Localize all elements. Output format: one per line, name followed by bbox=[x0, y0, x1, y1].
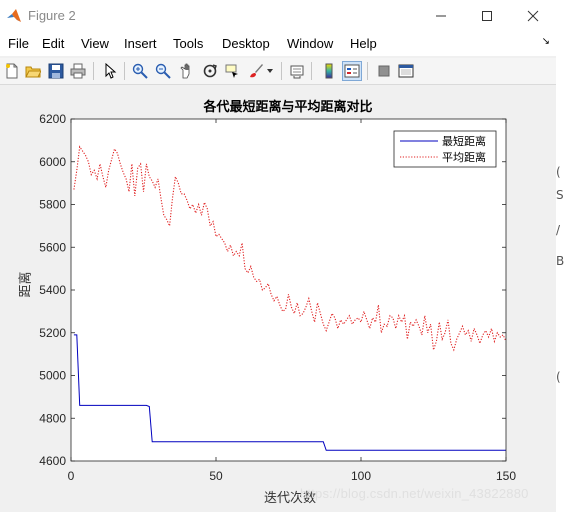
x-tick-label: 0 bbox=[68, 469, 75, 483]
watermark-text: https://blog.csdn.net/weixin_43822880 bbox=[300, 486, 529, 501]
y-tick-label: 5400 bbox=[39, 283, 66, 297]
figure-toolbar bbox=[0, 58, 556, 85]
hide-plot-tools-icon[interactable] bbox=[374, 61, 394, 81]
colorbar-icon[interactable] bbox=[319, 61, 339, 81]
zoom-out-icon[interactable] bbox=[153, 61, 173, 81]
legend-icon[interactable] bbox=[342, 61, 362, 81]
dock-figure-icon[interactable]: ↘ bbox=[542, 36, 550, 47]
menu-help[interactable]: Help bbox=[350, 36, 377, 51]
title-bar: Figure 2 bbox=[0, 0, 556, 32]
edge-fragment: ( bbox=[556, 370, 561, 384]
maximize-button[interactable] bbox=[464, 0, 510, 32]
link-plot-icon[interactable] bbox=[287, 61, 307, 81]
y-tick-label: 5000 bbox=[39, 369, 66, 383]
edge-fragment: S bbox=[556, 188, 564, 202]
y-tick-label: 5800 bbox=[39, 198, 66, 212]
brush-dropdown-icon[interactable] bbox=[264, 61, 276, 81]
x-tick-label: 50 bbox=[209, 469, 223, 483]
menu-view[interactable]: View bbox=[81, 36, 109, 51]
edge-fragment: / bbox=[556, 223, 561, 237]
toolbar-separator bbox=[93, 62, 94, 80]
menu-file[interactable]: File bbox=[8, 36, 29, 51]
toolbar-separator bbox=[311, 62, 312, 80]
x-tick-label: 100 bbox=[351, 469, 371, 483]
zoom-in-icon[interactable] bbox=[130, 61, 150, 81]
edge-fragment: ( bbox=[556, 165, 561, 179]
figure-window: Figure 2 File Edit View Insert Tools Des… bbox=[0, 0, 557, 512]
pointer-icon[interactable] bbox=[100, 61, 120, 81]
axes-background bbox=[71, 119, 506, 461]
maximize-icon bbox=[482, 11, 492, 21]
y-tick-label: 4800 bbox=[39, 411, 66, 425]
close-button[interactable] bbox=[510, 0, 556, 32]
minimize-button[interactable] bbox=[418, 0, 464, 32]
rotate-icon[interactable] bbox=[200, 61, 220, 81]
save-icon[interactable] bbox=[46, 61, 66, 81]
matlab-logo-icon bbox=[7, 9, 21, 22]
minimize-icon bbox=[436, 15, 446, 17]
brush-icon[interactable] bbox=[246, 61, 266, 81]
y-tick-label: 6200 bbox=[39, 112, 66, 126]
new-figure-icon[interactable] bbox=[2, 61, 22, 81]
menu-insert[interactable]: Insert bbox=[124, 36, 157, 51]
y-tick-label: 6000 bbox=[39, 155, 66, 169]
menu-bar: File Edit View Insert Tools Desktop Wind… bbox=[0, 32, 556, 56]
menu-window[interactable]: Window bbox=[287, 36, 333, 51]
x-tick-label: 150 bbox=[496, 469, 516, 483]
edge-fragment: B bbox=[556, 254, 564, 268]
menu-desktop[interactable]: Desktop bbox=[222, 36, 270, 51]
open-file-icon[interactable] bbox=[23, 61, 43, 81]
y-tick-label: 4600 bbox=[39, 454, 66, 468]
legend-label-2: 平均距离 bbox=[442, 150, 486, 164]
toolbar-separator bbox=[281, 62, 282, 80]
pan-icon[interactable] bbox=[177, 61, 197, 81]
show-plot-tools-icon[interactable] bbox=[396, 61, 416, 81]
data-cursor-icon[interactable] bbox=[223, 61, 243, 81]
close-icon bbox=[527, 10, 539, 22]
menu-edit[interactable]: Edit bbox=[42, 36, 64, 51]
print-icon[interactable] bbox=[68, 61, 88, 81]
y-tick-label: 5200 bbox=[39, 326, 66, 340]
y-axis-label: 距离 bbox=[18, 271, 34, 298]
menu-tools[interactable]: Tools bbox=[173, 36, 203, 51]
plot-area[interactable]: 4600 4800 5000 5200 5400 5600 5800 6000 6200 0 50 1… bbox=[0, 85, 556, 512]
window-title: Figure 2 bbox=[28, 8, 76, 23]
background-window-edge: ( S / B ( bbox=[556, 0, 564, 512]
y-tick-label: 5600 bbox=[39, 240, 66, 254]
toolbar-separator bbox=[124, 62, 125, 80]
toolbar-separator bbox=[367, 62, 368, 80]
legend-label-1: 最短距离 bbox=[442, 134, 486, 148]
